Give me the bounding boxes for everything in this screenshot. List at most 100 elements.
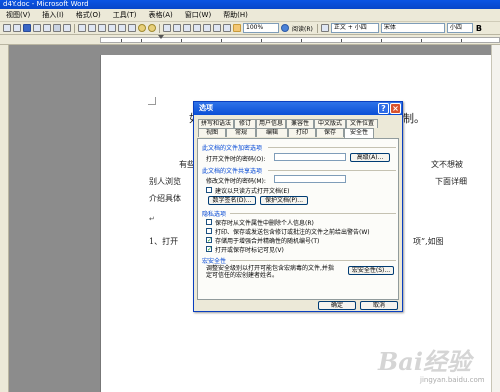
tab-view[interactable]: 视图 <box>198 128 226 137</box>
undo-icon[interactable] <box>138 24 146 32</box>
indent-marker[interactable] <box>158 35 164 39</box>
style-combo[interactable]: 正文 + 小四 <box>330 23 379 33</box>
permission-icon[interactable] <box>33 24 41 32</box>
macro-description-line-2: 定可信任的宏创建者姓名。 <box>206 272 279 279</box>
font-combo[interactable]: 宋体 <box>380 23 445 33</box>
cut-icon[interactable] <box>98 24 106 32</box>
watermark-logo-text: Bai经验 <box>378 347 471 376</box>
open-password-label: 打开文件时的密码(O): <box>206 156 266 163</box>
menu-view[interactable]: 视图(V) <box>0 10 36 20</box>
ok-button[interactable]: 确定 <box>318 301 356 310</box>
tab-spelling-grammar[interactable]: 拼写和语法 <box>198 119 234 128</box>
privacy-checkbox-warn[interactable] <box>206 228 212 234</box>
digital-signature-button[interactable]: 数字签名(D)... <box>208 196 256 205</box>
doc-line-4: 介绍具体 <box>149 194 181 203</box>
cancel-button[interactable]: 取消 <box>360 301 398 310</box>
tab-print[interactable]: 打印 <box>288 128 316 137</box>
zoom-combo[interactable]: 100% <box>243 23 279 33</box>
tab-track-changes[interactable]: 修订 <box>234 119 256 128</box>
privacy-option-row[interactable]: 保存时从文件属性中删除个人信息(R) <box>206 218 314 227</box>
save-icon[interactable] <box>23 24 31 32</box>
privacy-option-row[interactable]: 打印、保存或发送包含修订或批注的文件之前给出警告(W) <box>206 227 370 236</box>
modify-password-input[interactable] <box>274 175 346 183</box>
menu-window[interactable]: 窗口(W) <box>179 10 217 20</box>
hyperlink-icon[interactable] <box>163 24 171 32</box>
menu-insert[interactable]: 插入(I) <box>36 10 70 20</box>
open-folder-icon[interactable] <box>13 24 21 32</box>
section-divider <box>230 213 396 214</box>
tab-asian-typography[interactable]: 中文版式 <box>314 119 346 128</box>
tab-general[interactable]: 常规 <box>226 128 256 137</box>
tab-save[interactable]: 保存 <box>316 128 344 137</box>
privacy-option-row[interactable]: ✓ 存储用于增强合并精确性的随机编号(T) <box>206 236 319 245</box>
modify-password-label: 修改文件时的密码(M): <box>206 178 266 185</box>
insert-table-icon[interactable] <box>183 24 191 32</box>
readonly-checkbox[interactable] <box>206 187 212 193</box>
tab-edit[interactable]: 编辑 <box>256 128 288 137</box>
privacy-option-label: 保存时从文件属性中删除个人信息(R) <box>215 219 314 227</box>
privacy-checkbox-remove-info[interactable] <box>206 219 212 225</box>
dialog-help-button[interactable]: ? <box>378 103 389 114</box>
menu-help[interactable]: 帮助(H) <box>217 10 254 20</box>
menu-format[interactable]: 格式(O) <box>70 10 107 20</box>
columns-icon[interactable] <box>203 24 211 32</box>
privacy-checkbox-markup-visible[interactable]: ✓ <box>206 246 212 253</box>
privacy-option-row[interactable]: ✓ 打开或保存时标记可见(V) <box>206 245 284 254</box>
insert-excel-icon[interactable] <box>193 24 201 32</box>
toolbar-separator <box>159 23 160 33</box>
document-map-icon[interactable] <box>223 24 231 32</box>
email-icon[interactable] <box>43 24 51 32</box>
section-divider <box>268 147 396 148</box>
dialog-title-bar[interactable]: 选项 <box>194 102 402 115</box>
print-icon[interactable] <box>53 24 61 32</box>
tab-file-locations[interactable]: 文件位置 <box>346 119 378 128</box>
open-password-input[interactable] <box>274 153 346 161</box>
doc-line-3-tail: 下面详细 <box>435 177 467 186</box>
privacy-checkbox-random-number[interactable]: ✓ <box>206 237 212 244</box>
advanced-button[interactable]: 高级(A)... <box>350 153 390 162</box>
tab-user-info[interactable]: 用户信息 <box>256 119 286 128</box>
ruler-tick <box>301 39 302 42</box>
privacy-option-label: 打印、保存或发送包含修订或批注的文件之前给出警告(W) <box>215 228 370 236</box>
window-title: d4Y.doc - Microsoft Word <box>3 0 89 8</box>
ruler-tick <box>461 39 462 42</box>
show-hide-icon[interactable] <box>233 24 241 32</box>
tab-security[interactable]: 安全性 <box>344 128 374 138</box>
readonly-checkbox-label: 建议以只读方式打开文档(E) <box>215 187 290 195</box>
reading-mode-button[interactable]: 阅读(R) <box>292 24 313 33</box>
horizontal-ruler[interactable] <box>0 35 500 45</box>
new-document-icon[interactable] <box>3 24 11 32</box>
doc-line-2-tail: 文不想被 <box>431 160 463 169</box>
format-painter-icon[interactable] <box>128 24 136 32</box>
doc-line-3-head: 别人浏览 <box>149 177 181 186</box>
vertical-scrollbar[interactable] <box>491 45 500 392</box>
research-icon[interactable] <box>88 24 96 32</box>
help-icon[interactable] <box>281 24 289 32</box>
styles-pane-icon[interactable] <box>320 24 329 32</box>
paste-icon[interactable] <box>118 24 126 32</box>
doc-list-item-1-tail: 项”,如图 <box>413 237 444 246</box>
menu-tools[interactable]: 工具(T) <box>107 10 143 20</box>
font-size-combo[interactable]: 小四 <box>446 23 473 33</box>
drawing-icon[interactable] <box>213 24 221 32</box>
margin-corner-mark <box>148 97 156 105</box>
macro-security-button[interactable]: 宏安全性(S)... <box>348 266 394 275</box>
macro-description-line-1: 调整安全级别以打开可能包含宏病毒的文件,并指 <box>206 265 334 272</box>
copy-icon[interactable] <box>108 24 116 32</box>
bold-button[interactable]: B <box>476 24 482 33</box>
menu-bar: 视图(V) 插入(I) 格式(O) 工具(T) 表格(A) 窗口(W) 帮助(H… <box>0 9 500 22</box>
share-section-label: 此文档的文件共享选项 <box>202 168 263 175</box>
ruler-tick <box>121 39 122 42</box>
tables-borders-icon[interactable] <box>173 24 181 32</box>
menu-table[interactable]: 表格(A) <box>143 10 179 20</box>
redo-icon[interactable] <box>148 24 156 32</box>
print-preview-icon[interactable] <box>63 24 71 32</box>
spelling-icon[interactable] <box>78 24 86 32</box>
dialog-close-button[interactable]: × <box>390 103 401 114</box>
readonly-checkbox-row[interactable]: 建议以只读方式打开文档(E) <box>206 186 290 195</box>
tab-compatibility[interactable]: 兼容性 <box>286 119 314 128</box>
protect-document-button[interactable]: 保护文档(P)... <box>260 196 308 205</box>
macro-section-label: 宏安全性 <box>202 258 227 265</box>
toolbar-separator <box>74 23 75 33</box>
dialog-title: 选项 <box>199 104 213 112</box>
